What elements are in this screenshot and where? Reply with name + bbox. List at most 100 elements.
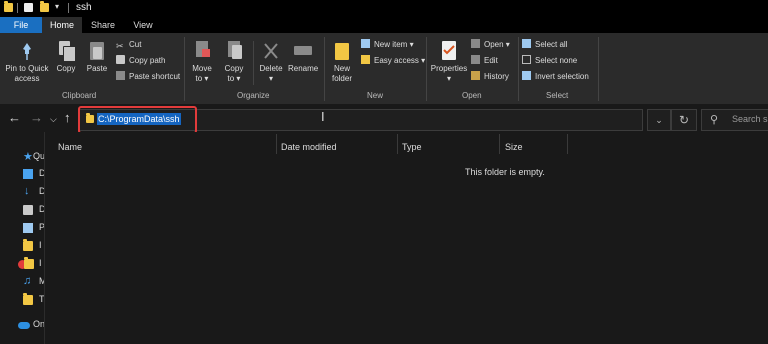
divider — [253, 41, 254, 85]
copy-to-label-line1: Copy — [224, 64, 244, 73]
ribbon-tabs: File Home Share View — [0, 17, 768, 33]
select-all-icon — [522, 39, 531, 49]
divider — [598, 37, 599, 101]
pictures-icon — [23, 223, 33, 233]
select-none-button[interactable]: Select none — [522, 54, 577, 68]
divider[interactable] — [276, 134, 277, 154]
divider[interactable] — [397, 134, 398, 154]
easy-access-label: Easy access — [374, 56, 419, 65]
column-header-type[interactable]: Type — [402, 138, 422, 156]
up-arrow-icon[interactable]: ↑ — [64, 111, 71, 124]
properties-dropdown-icon[interactable]: ▾ — [429, 74, 469, 84]
new-folder-quick-icon[interactable] — [40, 1, 49, 12]
column-header-date-modified[interactable]: Date modified — [281, 138, 337, 156]
star-icon: ★ — [23, 151, 33, 163]
divider[interactable] — [567, 134, 568, 154]
new-folder-label-line2: folder — [331, 74, 352, 83]
copy-path-icon — [116, 55, 125, 65]
select-none-label: Select none — [535, 56, 578, 65]
delete-button[interactable]: Delete ▾ — [257, 41, 285, 84]
move-to-label-line2: to ▾ — [195, 74, 209, 83]
desktop-icon — [23, 169, 33, 179]
nav-item-quick-access[interactable]: ★ Qu — [20, 150, 44, 164]
rename-icon — [294, 41, 312, 61]
refresh-icon[interactable]: ↻ — [671, 109, 697, 131]
history-button[interactable]: History — [471, 70, 509, 84]
new-item-icon — [361, 39, 370, 49]
nav-item-documents[interactable]: D — [20, 203, 44, 217]
search-box[interactable]: ⚲ Search ss — [701, 109, 768, 131]
move-to-button[interactable]: Move to ▾ — [189, 41, 215, 84]
tab-home[interactable]: Home — [42, 17, 82, 33]
pin-label-line1: Pin to Quick — [5, 64, 49, 73]
copy-to-button[interactable]: Copy to ▾ — [221, 41, 247, 84]
download-arrow-icon: ↓ — [24, 185, 30, 197]
forward-arrow-icon[interactable]: → — [30, 111, 43, 124]
paste-icon — [88, 41, 106, 61]
copy-button[interactable]: Copy — [53, 41, 79, 74]
nav-item-desktop[interactable]: D — [20, 167, 44, 181]
open-label: Open — [484, 40, 504, 49]
nav-item-onedrive[interactable]: On — [17, 318, 44, 332]
group-label-clipboard: Clipboard — [62, 91, 97, 100]
paste-button[interactable]: Paste — [84, 41, 110, 74]
divider — [68, 3, 69, 13]
folder-icon — [23, 239, 33, 251]
nav-item-folder-3[interactable]: T — [20, 293, 44, 307]
properties-quick-icon[interactable] — [24, 3, 33, 12]
quick-access-dropdown-icon[interactable]: ▾ — [55, 2, 59, 11]
select-all-button[interactable]: Select all — [522, 38, 567, 52]
address-dropdown-chevron-icon[interactable]: ⌄ — [647, 109, 671, 131]
search-placeholder: Search ss — [732, 114, 768, 124]
paste-shortcut-label: Paste shortcut — [129, 72, 181, 81]
paste-shortcut-button[interactable]: Paste shortcut — [116, 70, 180, 84]
nav-item-music[interactable]: ♫ M — [20, 275, 44, 289]
nav-item-folder-2[interactable]: I — [18, 257, 44, 271]
recent-locations-chevron-icon[interactable]: ⌵ — [50, 113, 57, 126]
properties-icon — [440, 41, 458, 61]
open-button[interactable]: Open ▾ — [471, 38, 510, 52]
open-icon — [471, 39, 480, 49]
properties-button[interactable]: Properties ▾ — [429, 41, 469, 84]
pin-icon — [18, 41, 36, 61]
divider[interactable] — [499, 134, 500, 154]
edit-label: Edit — [484, 56, 498, 65]
nav-item-pictures[interactable]: P — [20, 221, 44, 235]
divider — [324, 37, 325, 101]
move-to-label-line1: Move — [192, 64, 212, 73]
copy-label: Copy — [56, 64, 76, 73]
copy-path-button[interactable]: Copy path — [116, 54, 165, 68]
empty-folder-message: This folder is empty. — [465, 167, 545, 177]
new-item-label: New item — [374, 40, 408, 49]
edit-button[interactable]: Edit — [471, 54, 498, 68]
new-folder-button[interactable]: New folder — [328, 41, 356, 84]
tab-file[interactable]: File — [0, 17, 42, 33]
pin-label-line2: access — [14, 74, 40, 83]
tab-share[interactable]: Share — [86, 17, 120, 33]
title-bar: ▾ ssh — [0, 0, 768, 17]
copy-to-label-line2: to ▾ — [227, 74, 241, 83]
column-header-name[interactable]: Name — [58, 138, 82, 156]
text-cursor-icon: I — [321, 109, 325, 124]
copy-to-icon — [225, 41, 243, 61]
back-arrow-icon[interactable]: ← — [8, 111, 21, 124]
copy-icon — [57, 41, 76, 62]
invert-selection-button[interactable]: Invert selection — [522, 70, 589, 84]
nav-item-folder-1[interactable]: I — [20, 239, 44, 253]
group-label-new: New — [367, 91, 384, 100]
rename-label: Rename — [288, 64, 319, 73]
new-item-button[interactable]: New item ▾ — [361, 38, 414, 52]
ribbon: Pin to Quick access Copy Paste ✂ Cut Copy… — [0, 33, 768, 105]
copy-path-label: Copy path — [129, 56, 166, 65]
new-folder-icon — [333, 41, 351, 61]
rename-button[interactable]: Rename — [288, 41, 318, 74]
cut-button[interactable]: ✂ Cut — [116, 38, 141, 52]
nav-item-downloads[interactable]: ↓ D — [20, 185, 44, 199]
divider — [184, 37, 185, 101]
pin-to-quick-access-button[interactable]: Pin to Quick access — [2, 41, 52, 84]
column-header-size[interactable]: Size — [505, 138, 523, 156]
delete-dropdown-icon[interactable]: ▾ — [257, 74, 285, 84]
tab-view[interactable]: View — [126, 17, 160, 33]
easy-access-button[interactable]: Easy access ▾ — [361, 54, 425, 68]
new-folder-label-line1: New — [333, 64, 350, 73]
